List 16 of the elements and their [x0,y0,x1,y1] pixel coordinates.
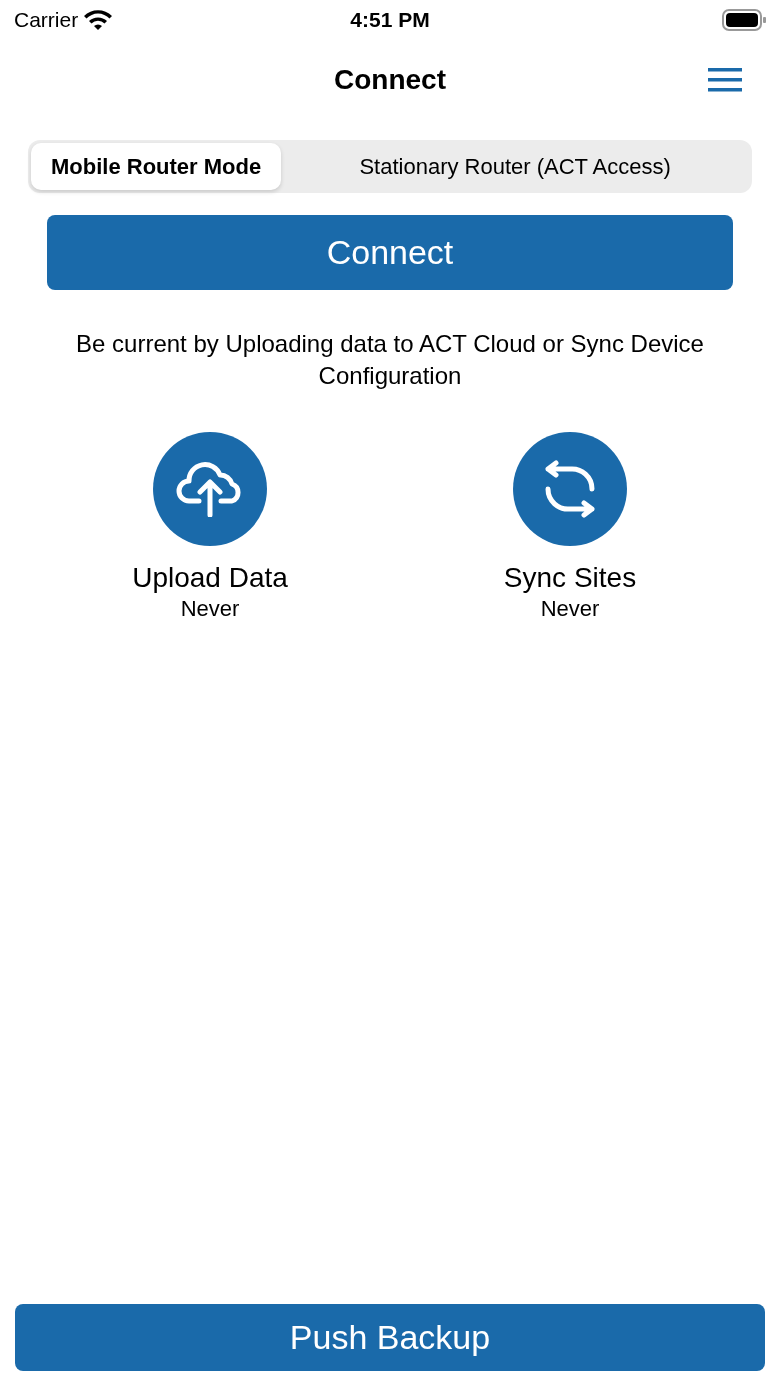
mode-tab[interactable]: Mobile Router Mode [31,143,282,190]
description-text: Be current by Uploading data to ACT Cloud or Sync Device Configuration [75,329,705,391]
time-label: 4:51 PM [350,8,430,32]
last-run-label: Never [540,596,600,622]
action-label: Upload Data [132,562,288,594]
screen-title: Connect [334,64,446,96]
mode-tab[interactable]: Stationary Router (ACT Access) [281,143,749,190]
wifi-icon [84,10,113,30]
action-label: Sync Sites [503,562,637,594]
push-backup-button[interactable]: Push Backup [15,1304,765,1371]
battery-icon [722,9,766,31]
menu-icon [708,68,742,92]
last-run-label: Never [180,596,240,622]
carrier-label: Carrier [14,8,79,32]
menu-button[interactable] [708,68,742,92]
connect-button[interactable]: Connect [47,215,733,290]
